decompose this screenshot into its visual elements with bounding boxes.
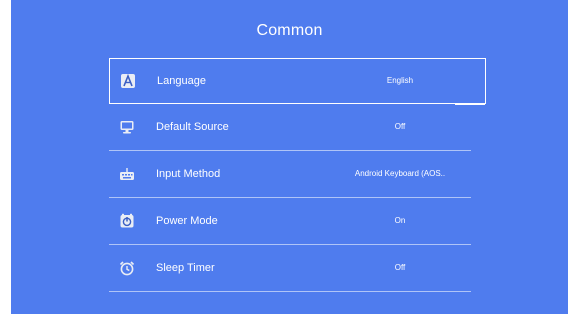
setting-value: On bbox=[394, 216, 406, 225]
setting-row-power-mode[interactable]: Power Mode On bbox=[109, 199, 471, 245]
setting-label: Power Mode bbox=[156, 215, 218, 227]
keyboard-icon bbox=[119, 166, 135, 182]
row-divider bbox=[109, 291, 471, 292]
row-divider bbox=[109, 150, 471, 151]
setting-label: Sleep Timer bbox=[156, 262, 215, 274]
language-icon bbox=[120, 73, 136, 89]
setting-value: Android Keyboard (AOS.. bbox=[354, 169, 446, 178]
setting-value: Off bbox=[394, 122, 406, 131]
settings-screen: Common Language English Default Source O… bbox=[11, 0, 568, 314]
setting-label: Default Source bbox=[156, 121, 229, 133]
row-divider bbox=[109, 197, 471, 198]
page-title: Common bbox=[256, 22, 323, 39]
setting-label: Input Method bbox=[156, 168, 221, 180]
monitor-icon bbox=[119, 119, 135, 135]
setting-row-language[interactable]: Language English bbox=[109, 58, 486, 105]
setting-value: English bbox=[386, 76, 414, 85]
setting-row-input-method[interactable]: Input Method Android Keyboard (AOS.. bbox=[109, 152, 471, 198]
row-divider bbox=[109, 244, 471, 245]
setting-row-default-source[interactable]: Default Source Off bbox=[109, 105, 471, 151]
alarm-clock-icon bbox=[119, 260, 135, 276]
setting-value: Off bbox=[394, 263, 406, 272]
setting-label: Language bbox=[157, 75, 206, 87]
setting-row-sleep-timer[interactable]: Sleep Timer Off bbox=[109, 246, 471, 292]
power-mode-icon bbox=[119, 213, 135, 229]
